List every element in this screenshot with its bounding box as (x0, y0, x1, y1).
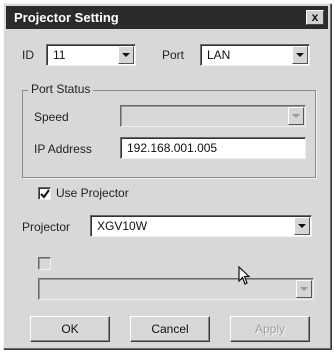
projector-dropdown-arrow[interactable] (294, 217, 310, 235)
port-label: Port (162, 48, 185, 62)
id-label: ID (22, 48, 34, 62)
port-dropdown-arrow[interactable] (292, 46, 308, 64)
chevron-down-icon (298, 224, 306, 228)
apply-button: Apply (230, 316, 310, 342)
ip-address-field[interactable]: 192.168.001.005 (120, 137, 306, 159)
checkmark-icon (40, 189, 50, 199)
projector-dropdown[interactable]: XGV10W (90, 215, 312, 237)
speed-dropdown-arrow (288, 107, 304, 125)
projector-setting-dialog: Projector Setting x ID 11 Port LAN Port … (3, 3, 331, 349)
chevron-down-icon (292, 114, 300, 118)
id-dropdown-arrow[interactable] (118, 46, 134, 64)
port-dropdown-value: LAN (207, 48, 231, 62)
port-dropdown[interactable]: LAN (200, 44, 310, 66)
chevron-down-icon (300, 287, 308, 291)
secondary-option-dropdown (38, 278, 314, 300)
ip-address-label: IP Address (34, 142, 92, 156)
id-dropdown[interactable]: 11 (46, 44, 136, 66)
cancel-button[interactable]: Cancel (130, 316, 210, 342)
ip-address-value: 192.168.001.005 (127, 141, 218, 155)
id-dropdown-value: 11 (53, 48, 66, 62)
secondary-option-checkbox (38, 257, 51, 270)
port-status-title: Port Status (28, 82, 94, 96)
title-bar[interactable]: Projector Setting x (6, 6, 328, 29)
port-status-group (22, 90, 316, 178)
ok-button[interactable]: OK (30, 316, 110, 342)
use-projector-label[interactable]: Use Projector (56, 186, 129, 200)
chevron-down-icon (296, 53, 304, 57)
mouse-cursor-icon (238, 266, 251, 285)
speed-label: Speed (34, 110, 69, 124)
secondary-option-arrow (296, 280, 312, 298)
projector-label: Projector (22, 220, 71, 234)
chevron-down-icon (122, 53, 130, 57)
use-projector-checkbox[interactable] (38, 187, 51, 200)
window-title: Projector Setting (14, 10, 119, 25)
speed-dropdown (120, 105, 306, 127)
close-button[interactable]: x (306, 10, 324, 25)
projector-dropdown-value: XGV10W (97, 219, 148, 233)
